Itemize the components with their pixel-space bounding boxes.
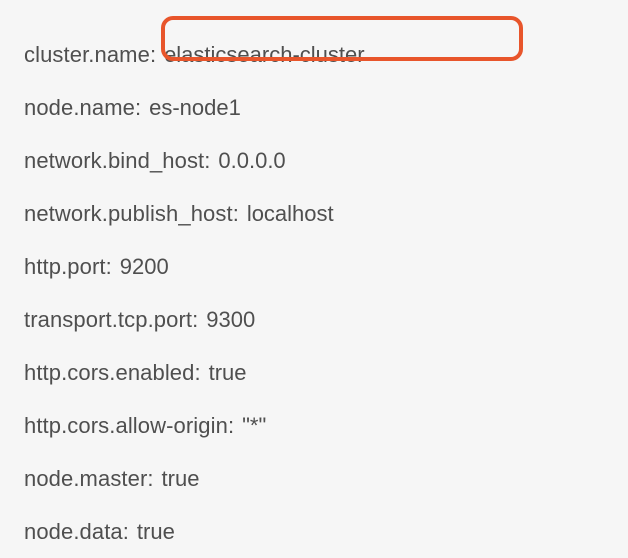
config-line-network-bind-host: network.bind_host: 0.0.0.0 bbox=[24, 134, 628, 187]
config-key: node.master bbox=[24, 452, 147, 505]
config-line-http-cors-enabled: http.cors.enabled: true bbox=[24, 346, 628, 399]
config-line-http-cors-allow-origin: http.cors.allow-origin: "*" bbox=[24, 399, 628, 452]
config-value: 9200 bbox=[120, 240, 169, 293]
config-line-transport-tcp-port: transport.tcp.port: 9300 bbox=[24, 293, 628, 346]
config-key: network.bind_host bbox=[24, 134, 204, 187]
config-line-network-publish-host: network.publish_host: localhost bbox=[24, 187, 628, 240]
colon-separator: : bbox=[233, 187, 239, 240]
config-line-http-port: http.port: 9200 bbox=[24, 240, 628, 293]
config-key: transport.tcp.port bbox=[24, 293, 192, 346]
colon-separator: : bbox=[194, 346, 200, 399]
config-value: 9300 bbox=[206, 293, 255, 346]
colon-separator: : bbox=[123, 505, 129, 558]
config-value: "*" bbox=[242, 399, 266, 452]
config-value: es-node1 bbox=[149, 81, 241, 134]
config-line-node-master: node.master: true bbox=[24, 452, 628, 505]
colon-separator: : bbox=[228, 399, 234, 452]
config-line-cluster-name: cluster.name: elasticsearch-cluster bbox=[24, 28, 628, 81]
config-value: true bbox=[209, 346, 247, 399]
config-key: http.cors.enabled bbox=[24, 346, 194, 399]
colon-separator: : bbox=[106, 240, 112, 293]
config-line-node-name: node.name: es-node1 bbox=[24, 81, 628, 134]
colon-separator: : bbox=[150, 28, 156, 81]
config-value: localhost bbox=[247, 187, 334, 240]
config-snippet: cluster.name: elasticsearch-cluster node… bbox=[0, 0, 628, 558]
config-value: true bbox=[137, 505, 175, 558]
config-key: http.port bbox=[24, 240, 106, 293]
colon-separator: : bbox=[147, 452, 153, 505]
config-value: 0.0.0.0 bbox=[218, 134, 285, 187]
config-line-node-data: node.data: true bbox=[24, 505, 628, 558]
colon-separator: : bbox=[192, 293, 198, 346]
config-key: node.name bbox=[24, 81, 135, 134]
colon-separator: : bbox=[204, 134, 210, 187]
config-key: network.publish_host bbox=[24, 187, 233, 240]
config-key: http.cors.allow-origin bbox=[24, 399, 228, 452]
config-value: elasticsearch-cluster bbox=[164, 28, 365, 81]
config-value: true bbox=[162, 452, 200, 505]
config-key: node.data bbox=[24, 505, 123, 558]
colon-separator: : bbox=[135, 81, 141, 134]
config-key: cluster.name bbox=[24, 28, 150, 81]
